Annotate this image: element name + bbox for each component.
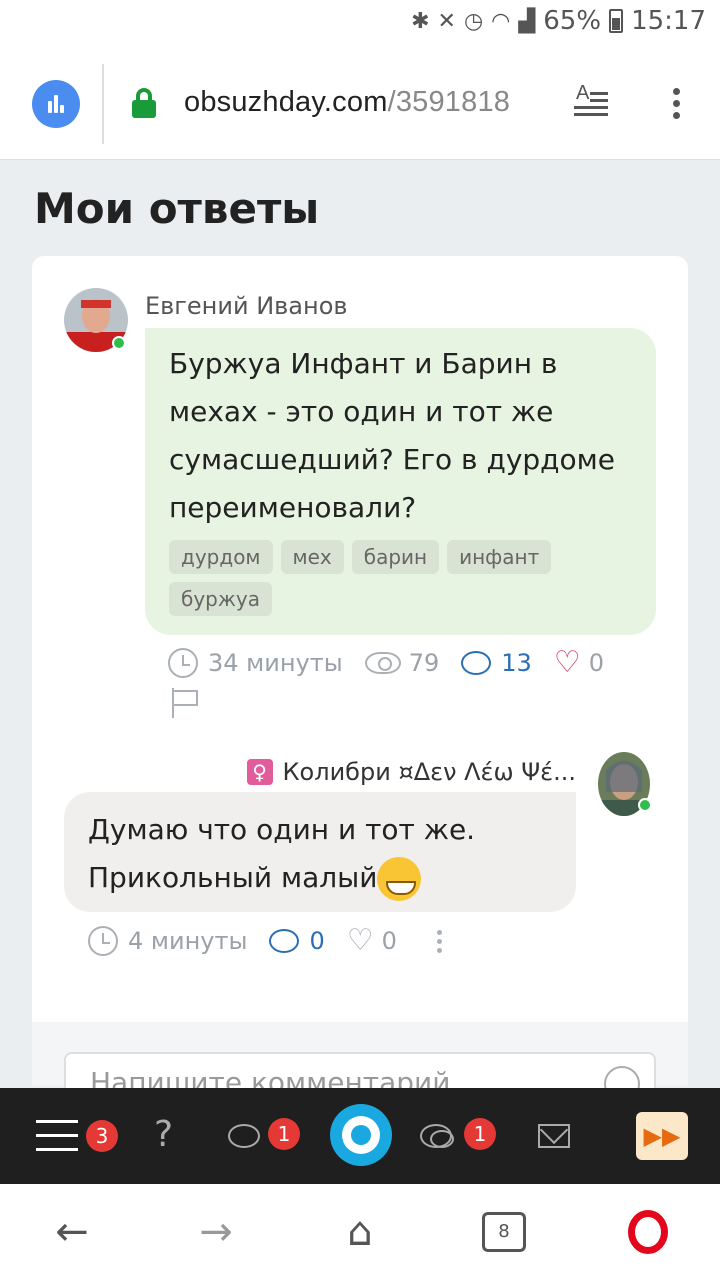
address-bar[interactable]: obsuzhday.com/3591818 (184, 86, 510, 119)
comment-section: Напишите комментарий (32, 1022, 688, 1112)
browser-toolbar: obsuzhday.com/3591818 A (0, 48, 720, 160)
menu-button[interactable]: 3 (36, 1088, 118, 1184)
venus-icon: ♀ (246, 759, 273, 785)
fast-forward-icon[interactable]: ▶▶ (636, 1112, 688, 1160)
home-icon[interactable]: ⌂ (338, 1208, 382, 1256)
mute-icon: ✕ (437, 8, 456, 34)
reply-meta: 4 минуты 0 ♡ 0 (88, 926, 419, 956)
bluetooth-icon: ✱ (411, 8, 430, 34)
messages-button[interactable]: 1 (418, 1088, 498, 1184)
forward-arrow-icon[interactable]: → (196, 1208, 236, 1256)
mail-icon[interactable] (538, 1124, 570, 1148)
online-indicator (638, 798, 652, 812)
status-bar: ✱ ✕ ◷ ◠ ▟ 65% 15:17 (0, 0, 720, 48)
reply-text: Думаю что один и тот же. Прикольный малы… (88, 806, 568, 902)
chat-button[interactable]: 1 (226, 1088, 306, 1184)
answer-card: Евгений Иванов Буржуа Инфант и Барин в м… (32, 256, 688, 1112)
reader-mode-icon[interactable]: A (574, 82, 608, 118)
stats-icon[interactable] (32, 80, 80, 128)
chat-badge: 1 (268, 1118, 300, 1150)
like-button[interactable]: ♡ 0 (554, 648, 604, 678)
clock-icon (168, 648, 198, 678)
opera-menu-icon[interactable] (628, 1210, 668, 1254)
clock-icon (88, 926, 118, 956)
reply-time: 4 минуты (128, 927, 248, 955)
reply-author-name: Колибри ¤Δεν Λέω Ψέ... (282, 758, 576, 786)
tag[interactable]: буржуа (169, 582, 272, 616)
online-indicator (112, 336, 126, 350)
grinning-face-icon (377, 857, 422, 901)
overflow-menu-icon[interactable] (670, 86, 682, 122)
heart-icon: ♡ (553, 645, 581, 680)
browser-bottom-bar: ← → ⌂ 8 (0, 1184, 720, 1280)
reply-bubble[interactable]: Думаю что один и тот же. Прикольный малы… (64, 792, 576, 912)
battery-percent: 65% (543, 6, 602, 36)
comments-button[interactable]: 13 (461, 649, 532, 677)
tabs-button[interactable]: 8 (482, 1212, 526, 1252)
tag[interactable]: мех (280, 540, 344, 574)
views-counter: 79 (364, 649, 439, 677)
question-time: 34 минуты (208, 649, 343, 677)
url-path: /3591818 (387, 86, 511, 118)
lock-icon[interactable] (132, 88, 156, 118)
heart-icon: ♡ (346, 923, 374, 958)
page-title: Мои ответы (34, 184, 320, 233)
question-text: Буржуа Инфант и Барин в мехах - это один… (169, 347, 616, 524)
back-arrow-icon[interactable]: ← (52, 1208, 92, 1256)
tag[interactable]: инфант (447, 540, 552, 574)
wifi-icon: ◠ (491, 8, 511, 34)
site-bottom-nav: 3 ? 1 1 ▶▶ (0, 1088, 720, 1184)
clock-time: 15:17 (631, 6, 706, 36)
signal-icon: ▟ (518, 8, 536, 34)
alarm-icon: ◷ (463, 8, 484, 34)
menu-badge: 3 (86, 1120, 118, 1152)
comment-icon (461, 651, 492, 675)
toolbar-divider (102, 64, 104, 144)
eye-icon (364, 652, 401, 674)
question-bubble[interactable]: Буржуа Инфант и Барин в мехах - это один… (145, 328, 656, 635)
comments-button[interactable]: 0 (269, 927, 325, 955)
question-author[interactable]: Евгений Иванов (145, 292, 348, 320)
flag-icon[interactable] (170, 688, 200, 718)
tag[interactable]: дурдом (169, 540, 273, 574)
comments-icon (269, 929, 300, 953)
tag[interactable]: барин (351, 540, 440, 574)
messages-badge: 1 (464, 1118, 496, 1150)
reply-author[interactable]: ♀ Колибри ¤Δεν Λέω Ψέ... (246, 758, 576, 786)
battery-icon (609, 9, 624, 33)
question-meta: 34 минуты 79 13 ♡ 0 (168, 648, 626, 678)
more-options-icon[interactable] (436, 928, 444, 956)
url-domain: obsuzhday.com (184, 86, 388, 118)
like-button[interactable]: ♡ 0 (347, 926, 397, 956)
chat-icon (228, 1124, 260, 1148)
tag-list: дурдом мех барин инфант буржуа (169, 540, 639, 616)
logo-home-button[interactable] (330, 1104, 392, 1166)
